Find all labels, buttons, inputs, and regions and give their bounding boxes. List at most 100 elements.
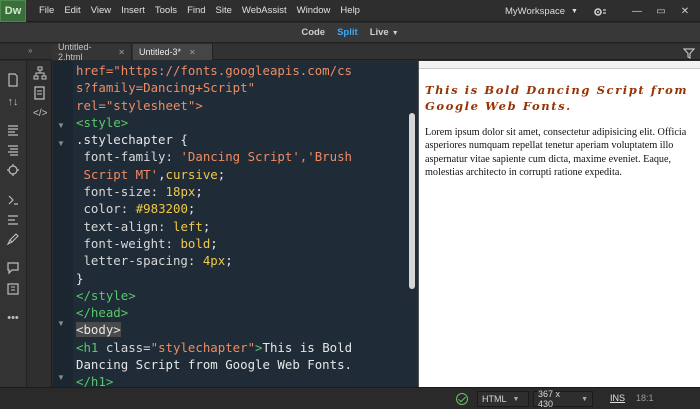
snippet-icon[interactable] [6, 282, 20, 296]
code-line: font-weight: bold; [76, 235, 407, 252]
sync-settings-icon[interactable] [593, 5, 607, 17]
code-line: rel="stylesheet"> [76, 97, 407, 114]
code-token: ; [225, 253, 233, 269]
check-ok-icon[interactable] [456, 393, 468, 405]
menu-help[interactable]: Help [335, 5, 365, 16]
code-token: , [158, 166, 166, 182]
code-token: <h1 [76, 339, 106, 355]
view-mode-bar: Code Split Live ▼ [0, 23, 700, 43]
close-tab-icon[interactable]: ✕ [189, 48, 196, 57]
cursor-position: 18:1 [636, 393, 654, 403]
insert-mode-toggle[interactable]: INS [610, 393, 625, 403]
properties-icon[interactable] [33, 86, 47, 100]
chevron-down-icon: ▼ [512, 395, 520, 403]
document-type-select[interactable]: HTML ▼ [477, 391, 529, 407]
code-token: 18px [165, 184, 196, 200]
target-icon[interactable] [6, 163, 20, 177]
window-controls: — ▭ ✕ [625, 0, 697, 22]
fold-arrow-icon[interactable]: ▼ [57, 121, 65, 130]
code-view-button[interactable]: Code [295, 27, 331, 38]
menu-site[interactable]: Site [211, 5, 237, 16]
minimize-icon[interactable]: — [625, 6, 649, 17]
menu-window[interactable]: Window [292, 5, 336, 16]
code-tools-icon[interactable] [6, 193, 20, 207]
live-view-button[interactable]: Live ▼ [364, 27, 405, 38]
code-token: <style> [76, 114, 129, 130]
code-token: s?family=Dancing+Script" [76, 80, 256, 96]
code-token: ; [187, 201, 196, 217]
fold-arrow-icon[interactable]: ▼ [57, 319, 65, 328]
close-tab-icon[interactable]: ✕ [118, 48, 125, 57]
window-size-select[interactable]: 367 x 430 ▼ [533, 389, 593, 409]
code-line: </style> [76, 287, 407, 304]
code-line: Script MT',cursive; [76, 166, 407, 183]
open-document-icon[interactable] [6, 73, 20, 87]
code-token: Script MT' [76, 166, 159, 182]
code-line: } [76, 270, 407, 287]
status-bar: HTML ▼ 367 x 430 ▼ INS 18:1 [0, 387, 700, 409]
code-token: </style> [76, 287, 136, 303]
filter-icon[interactable] [682, 46, 696, 59]
code-token: class= [105, 339, 151, 355]
fold-arrow-icon[interactable]: ▼ [57, 373, 65, 382]
code-token: letter-spacing: [76, 253, 203, 269]
split-view-button[interactable]: Split [331, 27, 364, 38]
collapse-panel-icon[interactable]: » [28, 46, 32, 55]
format-source-icon[interactable] [6, 123, 20, 137]
code-line: color: #983200; [76, 200, 407, 217]
scrollbar-thumb[interactable] [409, 113, 415, 289]
workspace-switcher[interactable]: MyWorkspace ▼ [505, 0, 578, 22]
code-editor[interactable]: href="https://fonts.googleapis.com/cs s?f… [73, 61, 407, 387]
menu-tools[interactable]: Tools [150, 5, 182, 16]
wrap-tag-icon[interactable] [6, 212, 20, 226]
fold-arrow-icon[interactable]: ▼ [57, 139, 65, 148]
main-menu: File Edit View Insert Tools Find Site We… [34, 5, 365, 16]
brush-icon[interactable] [6, 232, 20, 246]
tab-untitled-3[interactable]: Untitled-3* ✕ [133, 44, 213, 60]
align-lines-icon[interactable] [6, 143, 20, 157]
code-line: text-align: left; [76, 218, 407, 235]
code-line: <style> [76, 114, 407, 131]
workspace-label: MyWorkspace [505, 5, 566, 17]
code-token: .stylechapter { [76, 132, 188, 148]
code-token: This is Bold [262, 339, 353, 355]
code-token: font-family: [76, 149, 181, 165]
tab-untitled-2[interactable]: Untitled-2.html ✕ [52, 42, 132, 62]
menu-webassist[interactable]: WebAssist [237, 5, 292, 16]
menu-view[interactable]: View [86, 5, 116, 16]
code-icon[interactable]: </> [33, 107, 47, 121]
menu-bar: Dw File Edit View Insert Tools Find Site… [0, 0, 700, 22]
code-token: 'Dancing Script','Brush [180, 149, 353, 165]
code-line: Dancing Script from Google Web Fonts. [76, 356, 407, 373]
chevron-down-icon: ▼ [391, 30, 399, 37]
code-token: color: [76, 201, 136, 217]
menu-insert[interactable]: Insert [116, 5, 150, 16]
file-management-icon[interactable]: ↑↓ [6, 95, 20, 109]
comment-icon[interactable] [6, 261, 20, 275]
tab-label: Untitled-3* [139, 47, 182, 57]
code-token: font-weight: [76, 235, 181, 251]
preview-ruler [419, 61, 700, 69]
code-scrollbar[interactable] [407, 61, 417, 387]
code-token: bold [180, 235, 211, 251]
code-line: </h1> [76, 373, 407, 387]
live-preview-pane[interactable]: This is Bold Dancing Script from Google … [418, 61, 700, 387]
code-line: font-size: 18px; [76, 183, 407, 200]
code-line: .stylechapter { [76, 131, 407, 148]
dom-tree-icon[interactable] [33, 66, 47, 80]
code-token: 4px [202, 253, 226, 269]
code-token: ; [210, 235, 218, 251]
chevron-down-icon: ▼ [571, 7, 578, 15]
close-icon[interactable]: ✕ [673, 6, 697, 17]
code-token: font-size: [76, 184, 166, 200]
code-token: ; [202, 218, 211, 234]
menu-edit[interactable]: Edit [59, 5, 85, 16]
code-token: } [76, 270, 84, 286]
tab-label: Untitled-2.html [58, 42, 92, 62]
document-type-value: HTML [482, 394, 507, 404]
menu-find[interactable]: Find [182, 5, 210, 16]
more-options-icon[interactable]: ••• [6, 311, 20, 325]
menu-file[interactable]: File [34, 5, 59, 16]
code-token: </head> [76, 305, 129, 321]
maximize-icon[interactable]: ▭ [649, 6, 673, 17]
